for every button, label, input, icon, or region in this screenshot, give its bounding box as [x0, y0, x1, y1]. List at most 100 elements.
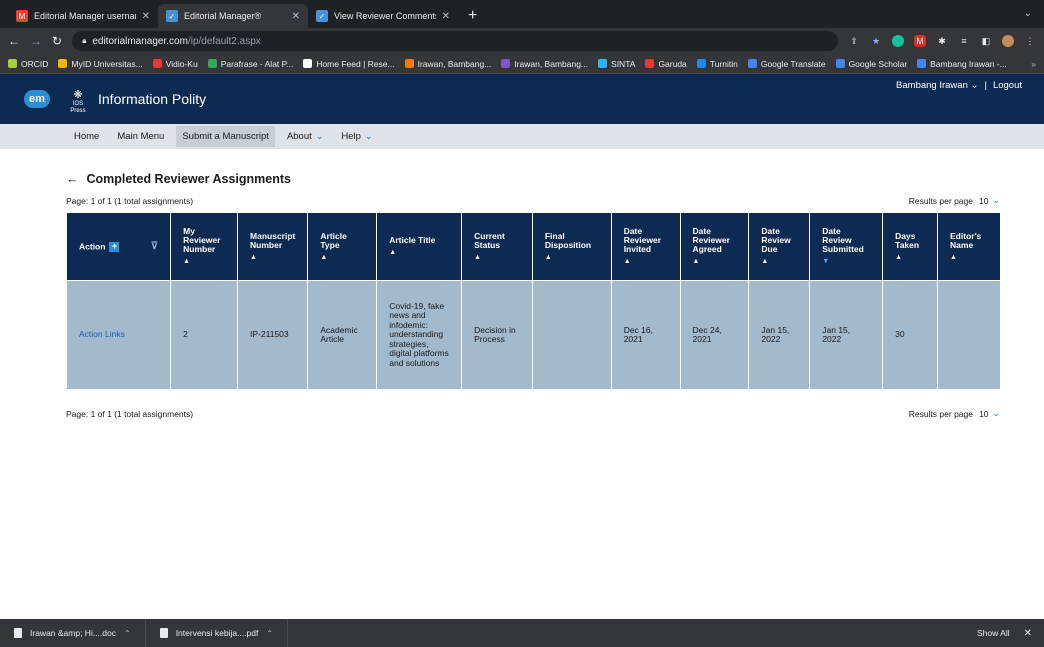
journal-title[interactable]: Information Polity [98, 91, 206, 107]
column-header[interactable]: Article Type ▲ [308, 213, 377, 280]
sort-ascending-icon[interactable]: ▲ [950, 253, 988, 262]
logout-link[interactable]: Logout [993, 80, 1022, 91]
ios-press-text: IOS Press [70, 101, 86, 114]
sort-ascending-icon[interactable]: ▲ [761, 257, 797, 266]
bookmark-item[interactable]: Bambang Irawan -... [917, 59, 1007, 69]
column-header[interactable]: Date Review Submitted ▼ [810, 213, 883, 280]
menu-item-home[interactable]: Home [68, 126, 105, 147]
sort-ascending-icon[interactable]: ▲ [895, 253, 925, 262]
tab-search-chevron-icon[interactable]: ⌄ [1024, 8, 1032, 19]
chevron-down-icon: ⌄ [992, 408, 1000, 418]
bookmark-item[interactable]: Garuda [645, 59, 687, 69]
menu-item-help[interactable]: Help ⌄ [335, 126, 378, 147]
reading-list-icon[interactable]: ≡ [958, 35, 970, 47]
action-header-label: Action [79, 241, 106, 251]
sort-ascending-icon[interactable]: ▲ [545, 253, 599, 262]
profile-avatar-icon[interactable] [1002, 35, 1014, 47]
bookmark-item[interactable]: Vidio-Ku [152, 58, 198, 69]
menu-item-submit-a-manuscript[interactable]: Submit a Manuscript [176, 126, 275, 147]
column-header[interactable]: Current Status ▲ [462, 213, 532, 280]
bookmarks-overflow-button[interactable]: » [1031, 59, 1036, 69]
browser-tab[interactable]: ✓ Editorial Manager® ✕ [158, 4, 308, 28]
download-item[interactable]: Intervensi kebija....pdf ⌃ [146, 619, 289, 647]
bookmark-item[interactable]: Irawan, Bambang... [501, 59, 588, 69]
em-logo[interactable]: em [24, 90, 50, 108]
expand-plus-icon[interactable]: + [109, 241, 120, 252]
tab-favicon-icon: ✓ [316, 10, 328, 22]
column-header[interactable]: Date Review Due ▲ [749, 213, 810, 280]
page-info-bottom: Page: 1 of 1 (1 total assignments) [66, 409, 194, 419]
back-arrow-icon[interactable]: ← [66, 172, 79, 186]
sort-ascending-icon[interactable]: ▲ [183, 257, 225, 266]
url-field[interactable]: 🔒︎ editorialmanager.com/ip/default2.aspx [72, 31, 838, 51]
bookmark-favicon-icon [152, 59, 162, 68]
download-item[interactable]: Irawan &amp; Hi....doc ⌃ [0, 619, 146, 647]
forward-arrow-icon[interactable]: → [30, 34, 42, 48]
column-header[interactable]: Manuscript Number ▲ [238, 213, 308, 280]
sort-descending-icon[interactable]: ▼ [822, 257, 870, 266]
sort-ascending-icon[interactable]: ▲ [624, 257, 668, 266]
show-all-downloads-button[interactable]: Show All [967, 628, 1020, 638]
sidebar-icon[interactable]: ◧ [980, 35, 992, 47]
results-per-page-value: 10 [978, 408, 989, 419]
bookmark-item[interactable]: ORCID [8, 59, 48, 69]
bookmark-item[interactable]: Irawan, Bambang... [404, 59, 491, 69]
sort-ascending-icon[interactable]: ▲ [320, 253, 364, 262]
table-body: Action Links 2 IP-211503 Academic Article Co… [67, 281, 1000, 389]
bookmark-favicon-icon [207, 59, 217, 68]
sort-ascending-icon[interactable]: ▲ [474, 253, 520, 262]
back-arrow-icon[interactable]: ← [8, 34, 20, 48]
tab-close-icon[interactable]: ✕ [142, 11, 150, 22]
bookmark-item[interactable]: Home Feed | Rese... [303, 59, 395, 69]
browser-tab[interactable]: ✓ View Reviewer Comments ✕ [308, 4, 458, 28]
clear-filter-icon[interactable]: ⊽ [151, 242, 158, 252]
menu-item-about[interactable]: About ⌄ [281, 126, 329, 147]
bookmark-list: ORCID MyID Universitas... Vidio-Ku Parafras… [8, 59, 1007, 69]
mendeley-extension-icon[interactable]: M [914, 35, 926, 47]
bookmark-item[interactable]: Google Translate [747, 59, 826, 69]
column-header[interactable]: Date Reviewer Invited ▲ [611, 213, 680, 280]
extensions-puzzle-icon[interactable]: ✱ [936, 35, 948, 47]
chevron-up-icon[interactable]: ⌃ [124, 629, 131, 638]
page-title-text: Completed Reviewer Assignments [86, 172, 291, 186]
results-per-page-bottom: Results per page 10 ⌄ [909, 408, 1000, 419]
download-filename: Irawan &amp; Hi....doc [30, 628, 116, 638]
column-header[interactable]: Article Title ▲ [377, 213, 462, 280]
bookmark-item[interactable]: Turnitin [696, 59, 738, 69]
sort-ascending-icon[interactable]: ▲ [389, 248, 449, 257]
column-header[interactable]: Days Taken ▲ [883, 213, 938, 280]
results-per-page-select[interactable]: 10 ⌄ [979, 408, 1000, 419]
column-header[interactable]: Final Disposition ▲ [532, 213, 611, 280]
close-downloads-icon[interactable]: ✕ [1020, 628, 1044, 639]
menu-item-main-menu[interactable]: Main Menu [111, 126, 170, 147]
bookmark-favicon-icon [645, 59, 655, 68]
menu-item-label: About [286, 131, 312, 142]
sort-ascending-icon[interactable]: ▲ [250, 253, 295, 262]
column-header-label: Current Status [474, 230, 505, 250]
share-icon[interactable]: ⇪ [848, 35, 860, 47]
tab-title: Editorial Manager® [184, 11, 262, 21]
grammarly-extension-icon[interactable] [892, 35, 904, 47]
reload-icon[interactable]: ↻ [52, 34, 62, 48]
browser-menu-icon[interactable]: ⋮ [1024, 35, 1036, 47]
column-header[interactable]: Date Reviewer Agreed ▲ [680, 213, 749, 280]
star-bookmark-icon[interactable]: ★ [870, 35, 882, 47]
chevron-up-icon[interactable]: ⌃ [266, 629, 273, 638]
bookmark-item[interactable]: Google Scholar [835, 59, 907, 69]
column-header[interactable]: Editor's Name ▲ [938, 213, 1000, 280]
tab-close-icon[interactable]: ✕ [292, 11, 300, 22]
user-menu[interactable]: Bambang Irawan ⌄ [896, 80, 978, 91]
main-nav: Home Main Menu Submit a Manuscript About ⌄ He… [0, 124, 1044, 149]
column-header[interactable]: My Reviewer Number ▲ [171, 213, 238, 280]
new-tab-button[interactable]: + [458, 4, 487, 28]
sort-ascending-icon[interactable]: ▲ [693, 257, 737, 266]
browser-tab[interactable]: M Editorial Manager username an ✕ [8, 4, 158, 28]
bookmark-item[interactable]: MyID Universitas... [58, 59, 143, 69]
tab-close-icon[interactable]: ✕ [442, 11, 450, 22]
bookmark-label: ORCID [21, 58, 49, 69]
action-links-link[interactable]: Action Links [67, 281, 171, 389]
bookmark-item[interactable]: Parafrase - Alat P... [207, 59, 293, 69]
results-per-page-select[interactable]: 10 ⌄ [979, 195, 1000, 206]
bookmark-item[interactable]: SINTA [598, 59, 635, 69]
bookmark-label: Vidio-Ku [165, 58, 198, 69]
